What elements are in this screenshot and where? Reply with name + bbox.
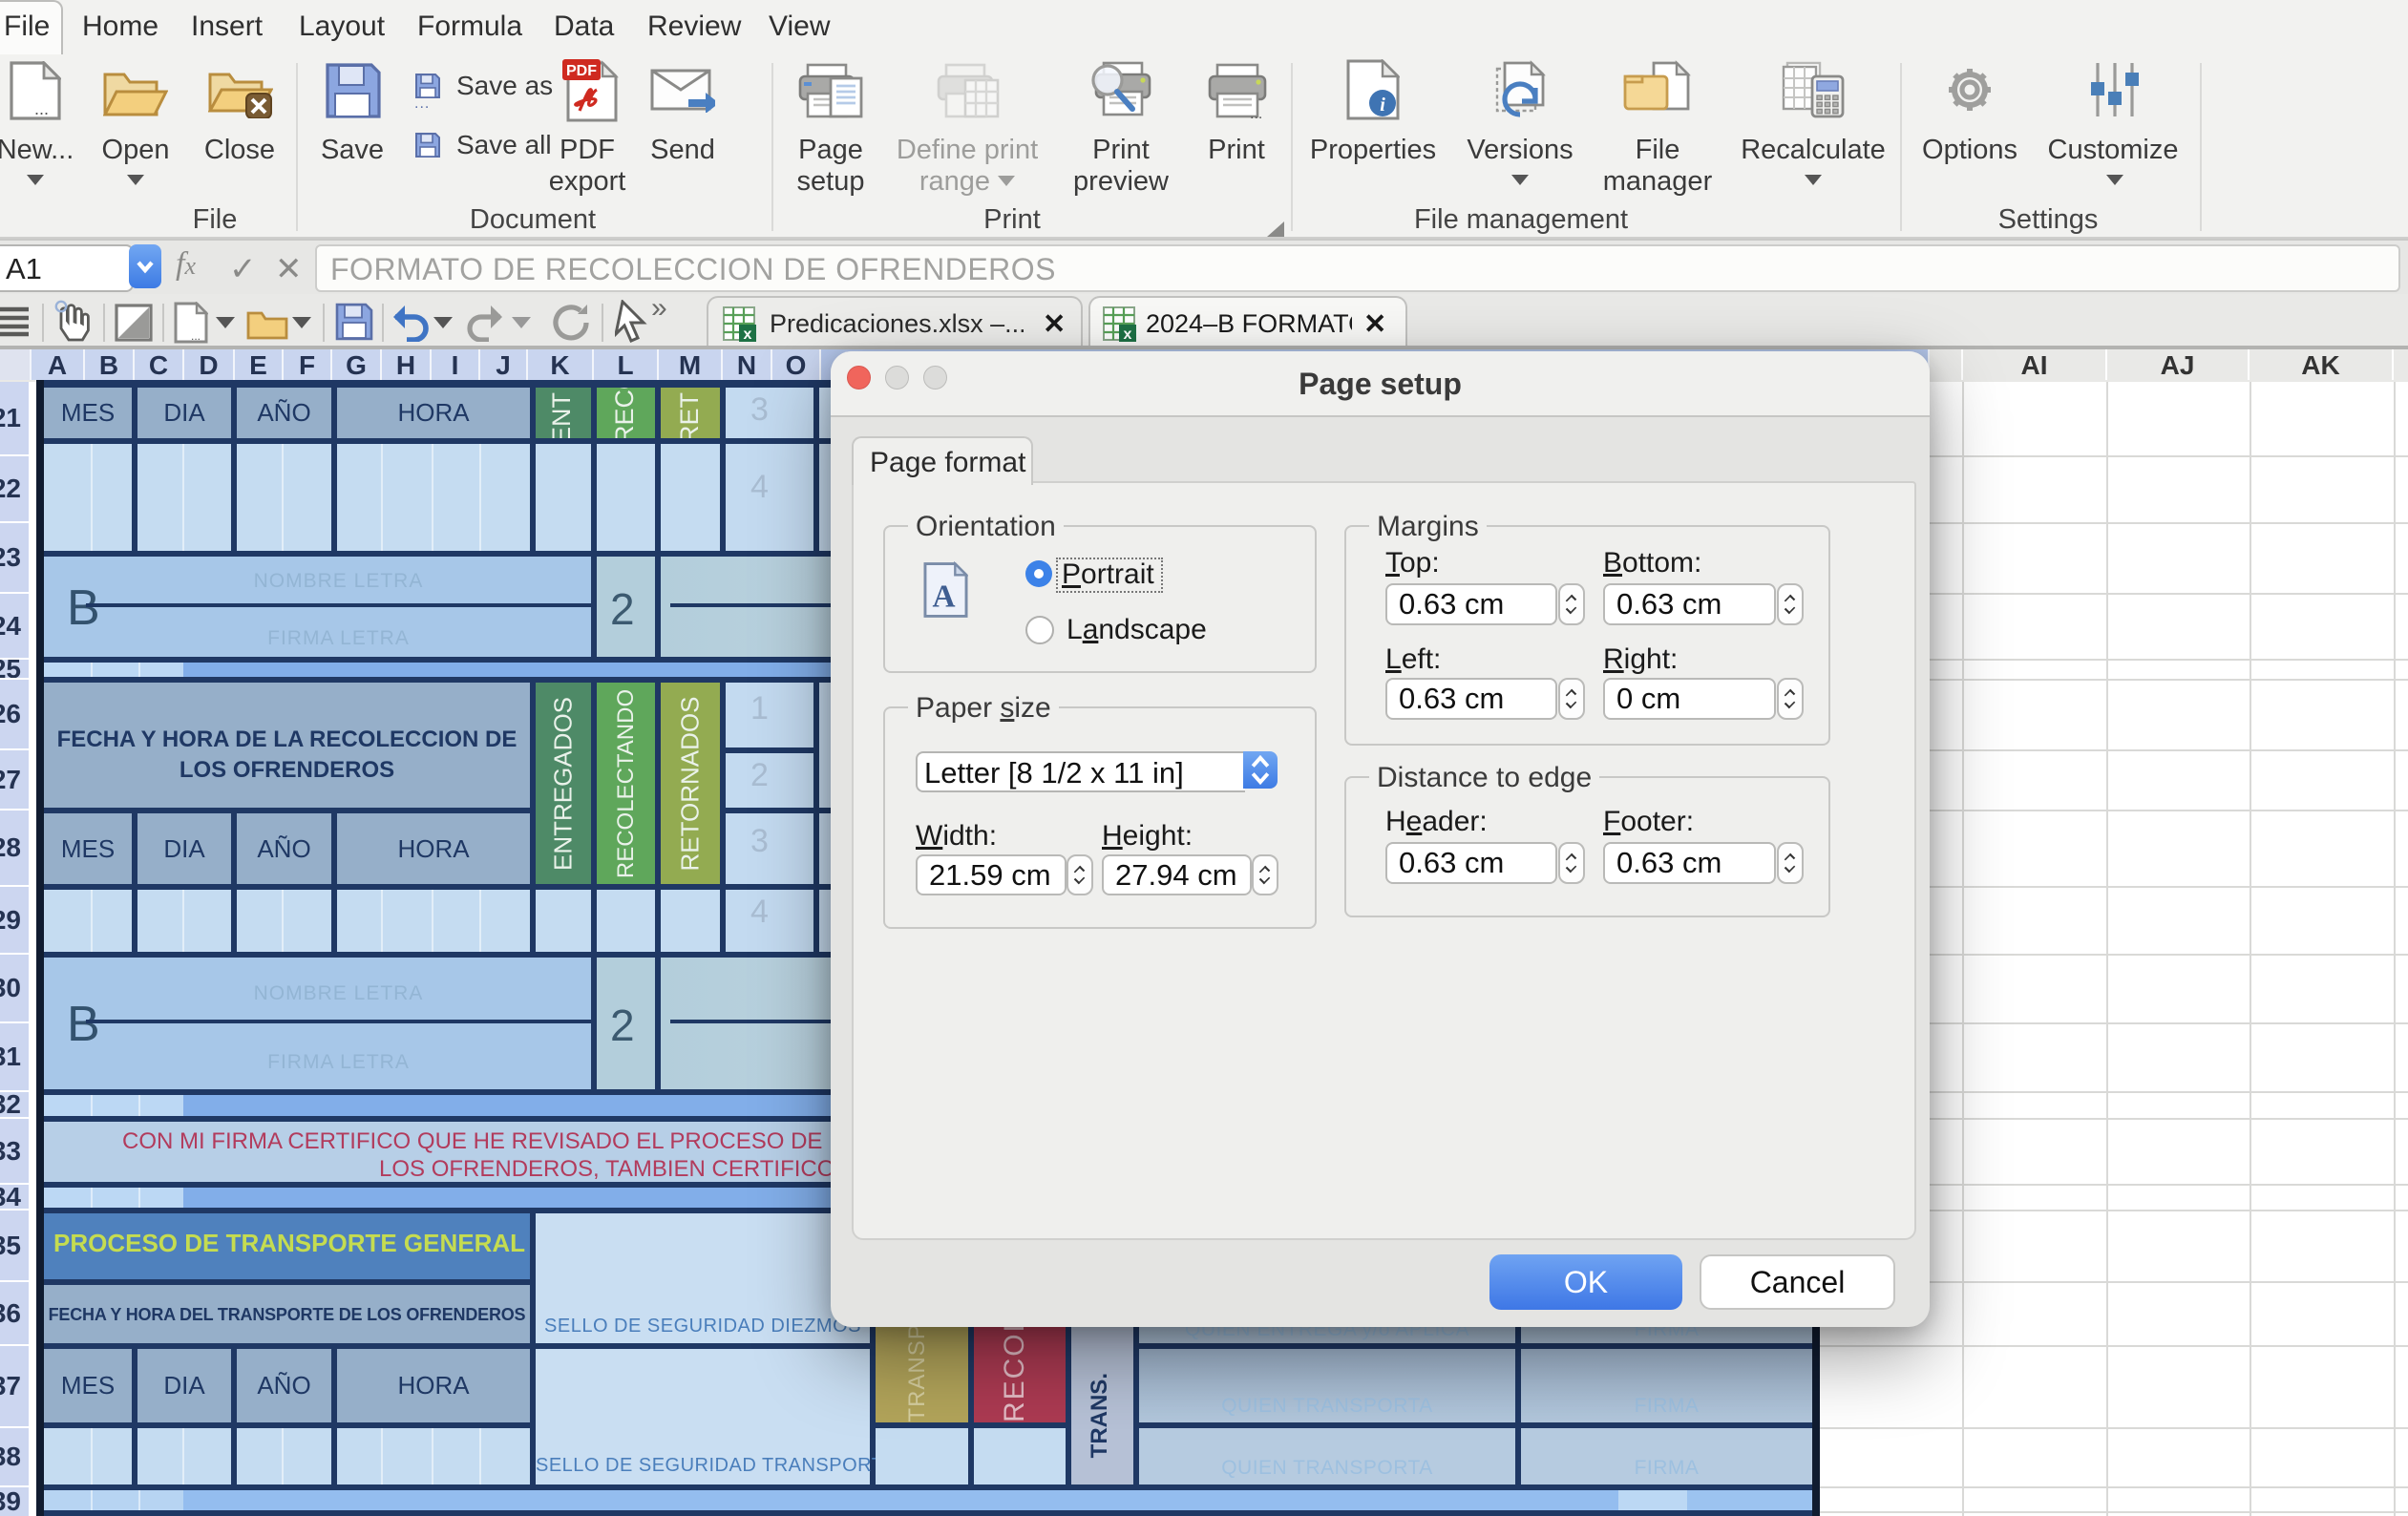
svg-text:...: ... [191,329,201,343]
svg-text:A: A [933,579,956,615]
svg-text:PDF: PDF [566,63,597,79]
svg-text:x: x [744,326,752,342]
svg-text:...: ... [34,99,49,118]
svg-text:...: ... [1250,106,1262,120]
svg-text:i: i [1380,95,1385,116]
svg-text:x: x [1124,326,1132,342]
